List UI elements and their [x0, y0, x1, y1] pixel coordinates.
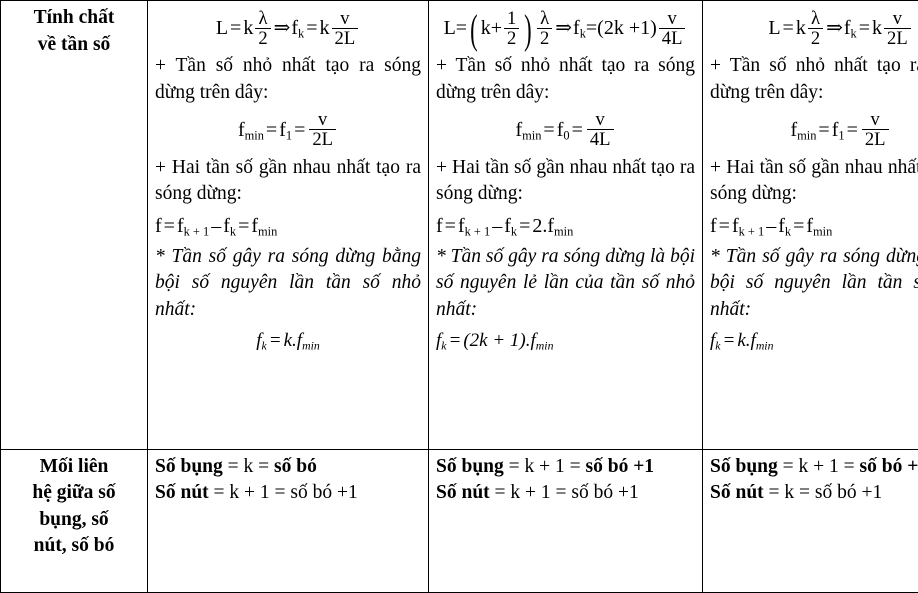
formula-wavelength-condition-b: L=(k+ 1 2) λ 2 ⇒fk=(2k +1) v 4L	[436, 5, 695, 52]
cell-frequency-one-free-end: L=(k+ 1 2) λ 2 ⇒fk=(2k +1) v 4L + Tần số nhỏ nh…	[428, 0, 703, 450]
stationary-wave-comparison-table: Tính chất về tần số L = k λ 2 ⇒fk = k v 2L + Tần …	[0, 0, 918, 593]
antinode-value: = k + 1 =	[777, 455, 860, 477]
antinode-label: Số bụng	[155, 455, 223, 477]
row-header-line: nút, số bó	[33, 535, 115, 557]
antinode-count-line-b: Số bụng = k + 1 = số bó +1	[436, 454, 695, 481]
antinode-label: Số bụng	[436, 455, 504, 477]
formula-harmonic-b: fk = (2k + 1).fmin	[436, 329, 554, 352]
antinode-tail: số bó +2	[859, 455, 918, 477]
note-harmonic-b: * Tần số gây ra sóng dừng là bội số nguy…	[436, 245, 695, 320]
antinode-tail: số bó +1	[585, 455, 655, 477]
text-adjacent-frequencies-b: + Hai tần số gần nhau nhất tạo ra sóng d…	[436, 156, 695, 205]
node-label: Số nút	[436, 482, 490, 504]
row-header-line: Tính chất	[33, 7, 115, 28]
fraction: v 2L	[309, 110, 337, 150]
fraction: λ2	[255, 9, 271, 48]
antinode-count-line-a: Số bụng = k = số bó	[155, 454, 421, 481]
node-value: = k + 1 = số bó +1	[208, 482, 358, 504]
row-header-node-antinode-relation: Mối liên hệ giữa số bụng, số nút, số bó	[0, 448, 148, 593]
table-row: Mối liên hệ giữa số bụng, số nút, số bó …	[0, 448, 918, 593]
right-paren: )	[524, 5, 532, 52]
node-label: Số nút	[710, 482, 764, 504]
note-harmonic-a: * Tần số gây ra sóng dừng bằng bội số ng…	[155, 245, 421, 320]
antinode-tail: số bó	[274, 455, 317, 477]
note-harmonic-c: * Tần số gây ra sóng dừng bằng bội số ng…	[710, 245, 918, 320]
formula-wavelength-condition-c: L = k λ 2 ⇒fk = k v 2L	[710, 9, 918, 49]
left-paren: (	[470, 5, 478, 52]
antinode-count-line-c: Số bụng = k + 1 = số bó +2	[710, 454, 918, 481]
document-page: Tính chất về tần số L = k λ 2 ⇒fk = k v 2L + Tần …	[0, 0, 918, 593]
cell-frequency-two-fixed-ends: L = k λ 2 ⇒fk = k v 2L + Tần số nhỏ nhất tạo ra s…	[147, 0, 429, 450]
row-header-line: về tần số	[37, 33, 111, 55]
node-count-line-a: Số nút = k + 1 = số bó +1	[155, 480, 421, 507]
formula-fmin-c: fmin = f1 = v 2L	[710, 110, 918, 150]
fraction: v 4L	[658, 9, 686, 48]
fraction: v 2L	[861, 110, 889, 150]
row-header-frequency-properties: Tính chất về tần số	[0, 0, 148, 450]
text-adjacent-frequencies-a: + Hai tần số gần nhau nhất tạo ra sóng d…	[155, 156, 421, 205]
node-count-line-b: Số nút = k + 1 = số bó +1	[436, 480, 695, 507]
cell-frequency-two-free-ends: L=kλ2⇒fk=kv2L + Tần số nhỏ nhất tạo ra s…	[702, 0, 918, 450]
fraction: v 2L	[884, 9, 911, 48]
formula-harmonic-a: fk = k.fmin	[256, 329, 320, 352]
text-min-frequency-c: + Tần số nhỏ nhất tạo ra sóng dừng trên …	[710, 55, 918, 103]
node-value: = k + 1 = số bó +1	[489, 482, 639, 504]
text-adjacent-frequencies-c: + Hai tần số gần nhau nhất tạo ra sóng d…	[710, 156, 918, 205]
text-min-frequency-b: + Tần số nhỏ nhất tạo ra sóng dừng trên …	[436, 55, 695, 103]
implies-icon: ⇒	[555, 17, 573, 40]
fraction: λ2	[807, 9, 824, 48]
fraction: 12	[504, 9, 520, 48]
node-value: = k = số bó +1	[763, 482, 883, 504]
fraction: v 2L	[331, 9, 359, 48]
implies-icon: ⇒	[273, 17, 291, 40]
formula-fmin-a: fmin = f1 = v 2L	[155, 110, 421, 150]
fraction: λ2	[536, 9, 553, 48]
implies-icon: ⇒	[826, 17, 843, 40]
formula-delta-f-c: f = fk + 1– fk = fmin	[710, 214, 833, 239]
row-header-line: hệ giữa số	[32, 482, 116, 504]
formula-delta-f-a: f = fk + 1– fk = fmin	[155, 214, 278, 239]
cell-relation-two-fixed-ends: Số bụng = k = số bó Số nút = k + 1 = số …	[147, 448, 429, 593]
formula-harmonic-c: fk = k.fmin	[710, 329, 774, 352]
node-label: Số nút	[155, 482, 209, 504]
cell-relation-one-free-end: Số bụng = k + 1 = số bó +1 Số nút = k + …	[428, 448, 703, 593]
formula-wavelength-condition-a: L = k λ 2 ⇒fk = k v 2L	[155, 9, 421, 49]
node-count-line-c: Số nút = k = số bó +1	[710, 480, 918, 507]
table-row: Tính chất về tần số L = k λ 2 ⇒fk = k v 2L + Tần …	[0, 0, 918, 450]
cell-relation-two-free-ends: Số bụng = k + 1 = số bó +2 Số nút = k = …	[702, 448, 918, 593]
formula-delta-f-b: f = fk + 1– fk = 2.fmin	[436, 214, 574, 239]
fraction: v 4L	[586, 110, 614, 150]
antinode-label: Số bụng	[710, 455, 778, 477]
antinode-value: = k =	[222, 455, 275, 477]
formula-fmin-b: fmin = f0 = v 4L	[436, 110, 695, 150]
antinode-value: = k + 1 =	[503, 455, 586, 477]
text-min-frequency-a: + Tần số nhỏ nhất tạo ra sóng dừng trên …	[155, 55, 421, 103]
row-header-line: Mối liên	[39, 455, 109, 477]
row-header-line: bụng, số	[39, 508, 109, 530]
